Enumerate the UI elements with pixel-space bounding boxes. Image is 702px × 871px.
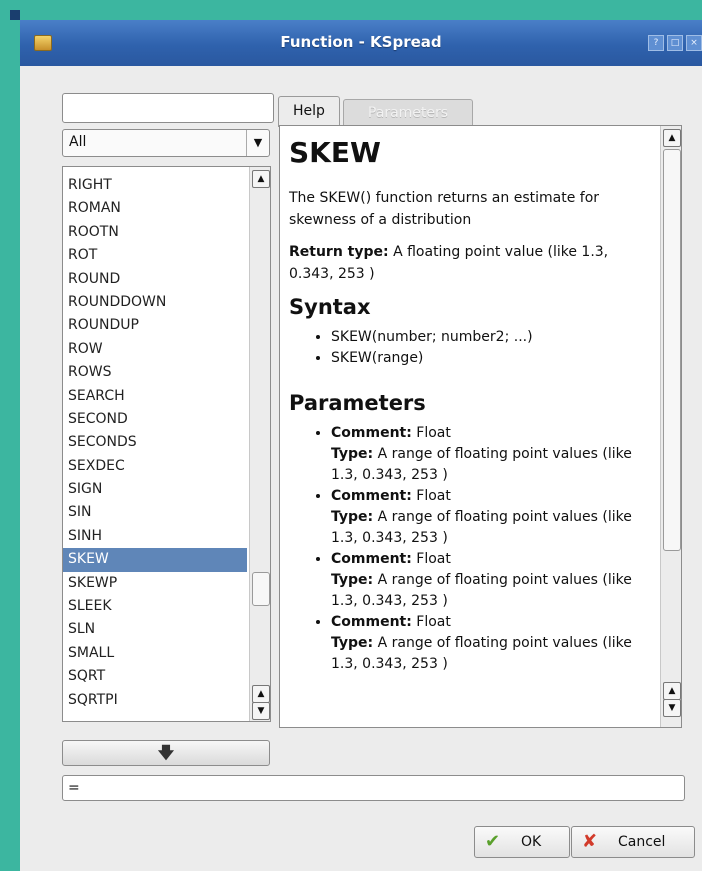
desktop-corner [10, 10, 20, 20]
syntax-list: SKEW(number; number2; ...) SKEW(range) [289, 327, 644, 369]
function-list-items: RIGHT ROMAN ROOTN ROT ROUND ROUNDDOWN ROUNDUP R… [63, 174, 247, 712]
list-item[interactable]: SQRTPI [63, 689, 247, 712]
insert-function-button[interactable]: 🡇 [62, 740, 270, 766]
parameters-heading: Parameters [289, 391, 426, 415]
checkmark-icon: ✔ [485, 831, 501, 852]
list-item[interactable]: ROUNDUP [63, 314, 247, 337]
list-item[interactable]: SEARCH [63, 385, 247, 408]
x-icon: ✘ [582, 831, 598, 852]
list-item[interactable]: ROMAN [63, 197, 247, 220]
function-search-input[interactable] [62, 93, 274, 123]
comment-value: Float [416, 614, 451, 630]
syntax-item: SKEW(number; number2; ...) [331, 327, 644, 348]
close-icon[interactable]: × [686, 35, 702, 51]
help-content: SKEW The SKEW() function returns an esti… [289, 136, 644, 675]
help-icon[interactable]: ? [648, 35, 664, 51]
list-item[interactable]: ROUND [63, 268, 247, 291]
tab-help-label: Help [293, 103, 325, 119]
cancel-button[interactable]: ✘ Cancel [571, 826, 695, 858]
scroll-down-icon[interactable]: ▼ [252, 702, 270, 720]
chevron-down-icon[interactable]: ▼ [246, 130, 269, 156]
list-item[interactable]: SIN [63, 501, 247, 524]
dialog-content: All ▼ RIGHT ROMAN ROOTN ROT ROUND ROUNDDOWN RO… [20, 66, 702, 871]
titlebar-buttons: ? □ × [648, 35, 702, 51]
tab-parameters: Parameters [343, 99, 473, 126]
list-item[interactable]: RIGHT [63, 174, 247, 197]
list-item[interactable]: ROUNDDOWN [63, 291, 247, 314]
formula-input[interactable]: = [62, 775, 685, 801]
window-title: Function - KSpread [280, 33, 442, 51]
list-item[interactable]: ROT [63, 244, 247, 267]
list-item[interactable]: SLN [63, 618, 247, 641]
scroll-up-icon[interactable]: ▲ [252, 170, 270, 188]
list-item[interactable]: ROWS [63, 361, 247, 384]
tab-parameters-label: Parameters [367, 105, 449, 121]
type-label: Type: [331, 635, 374, 651]
parameter-item: Comment: Float Type: A range of floating … [331, 549, 644, 612]
list-item[interactable]: SKEW [63, 548, 247, 572]
list-item[interactable]: SIGN [63, 478, 247, 501]
arrow-down-icon: 🡇 [157, 743, 175, 762]
cancel-label: Cancel [618, 834, 666, 850]
list-item[interactable]: SECOND [63, 408, 247, 431]
scroll-up-icon[interactable]: ▲ [663, 682, 681, 700]
ok-label: OK [521, 834, 542, 850]
function-description: The SKEW() function returns an estimate … [289, 190, 600, 228]
parameter-item: Comment: Float Type: A range of floating … [331, 423, 644, 486]
return-type: Return type: A floating point value (lik… [289, 241, 644, 285]
maximize-icon[interactable]: □ [667, 35, 683, 51]
comment-value: Float [416, 425, 451, 441]
help-scrollbar[interactable]: ▲ ▲ ▼ [660, 126, 681, 727]
comment-label: Comment: [331, 425, 412, 441]
list-item[interactable]: ROOTN [63, 221, 247, 244]
list-item[interactable]: SMALL [63, 642, 247, 665]
parameter-item: Comment: Float Type: A range of floating … [331, 612, 644, 675]
tab-help[interactable]: Help [278, 96, 340, 127]
type-label: Type: [331, 446, 374, 462]
parameters-list: Comment: Float Type: A range of floating … [289, 423, 644, 675]
function-list[interactable]: RIGHT ROMAN ROOTN ROT ROUND ROUNDDOWN ROUNDUP R… [62, 166, 271, 722]
list-item[interactable]: SKEWP [63, 572, 247, 595]
comment-value: Float [416, 551, 451, 567]
category-combo[interactable]: All ▼ [62, 129, 270, 157]
function-list-scrollbar[interactable]: ▲ ▲ ▼ [249, 167, 270, 721]
type-label: Type: [331, 572, 374, 588]
list-item[interactable]: SQRT [63, 665, 247, 688]
type-label: Type: [331, 509, 374, 525]
syntax-heading: Syntax [289, 295, 371, 319]
comment-label: Comment: [331, 551, 412, 567]
scroll-up-icon[interactable]: ▲ [252, 685, 270, 703]
list-item[interactable]: SINH [63, 525, 247, 548]
help-panel: SKEW The SKEW() function returns an esti… [279, 125, 682, 728]
list-item[interactable]: SEXDEC [63, 455, 247, 478]
type-value: A range of floating point values (like 1… [331, 446, 632, 483]
list-item[interactable]: ROW [63, 338, 247, 361]
scroll-thumb[interactable] [663, 149, 681, 551]
ok-button[interactable]: ✔ OK [474, 826, 570, 858]
comment-label: Comment: [331, 614, 412, 630]
parameter-item: Comment: Float Type: A range of floating … [331, 486, 644, 549]
function-dialog: Function - KSpread ? □ × All ▼ RIGHT ROMA… [20, 20, 702, 871]
titlebar[interactable]: Function - KSpread ? □ × [20, 20, 702, 66]
type-value: A range of floating point values (like 1… [331, 635, 632, 672]
scroll-thumb[interactable] [252, 572, 270, 606]
scroll-down-icon[interactable]: ▼ [663, 699, 681, 717]
type-value: A range of floating point values (like 1… [331, 572, 632, 609]
list-item[interactable]: SECONDS [63, 431, 247, 454]
return-type-label: Return type: [289, 244, 389, 260]
function-title: SKEW [289, 136, 381, 169]
category-value: All [69, 134, 87, 150]
type-value: A range of floating point values (like 1… [331, 509, 632, 546]
syntax-item: SKEW(range) [331, 348, 644, 369]
scroll-up-icon[interactable]: ▲ [663, 129, 681, 147]
comment-value: Float [416, 488, 451, 504]
list-item[interactable]: SLEEK [63, 595, 247, 618]
comment-label: Comment: [331, 488, 412, 504]
